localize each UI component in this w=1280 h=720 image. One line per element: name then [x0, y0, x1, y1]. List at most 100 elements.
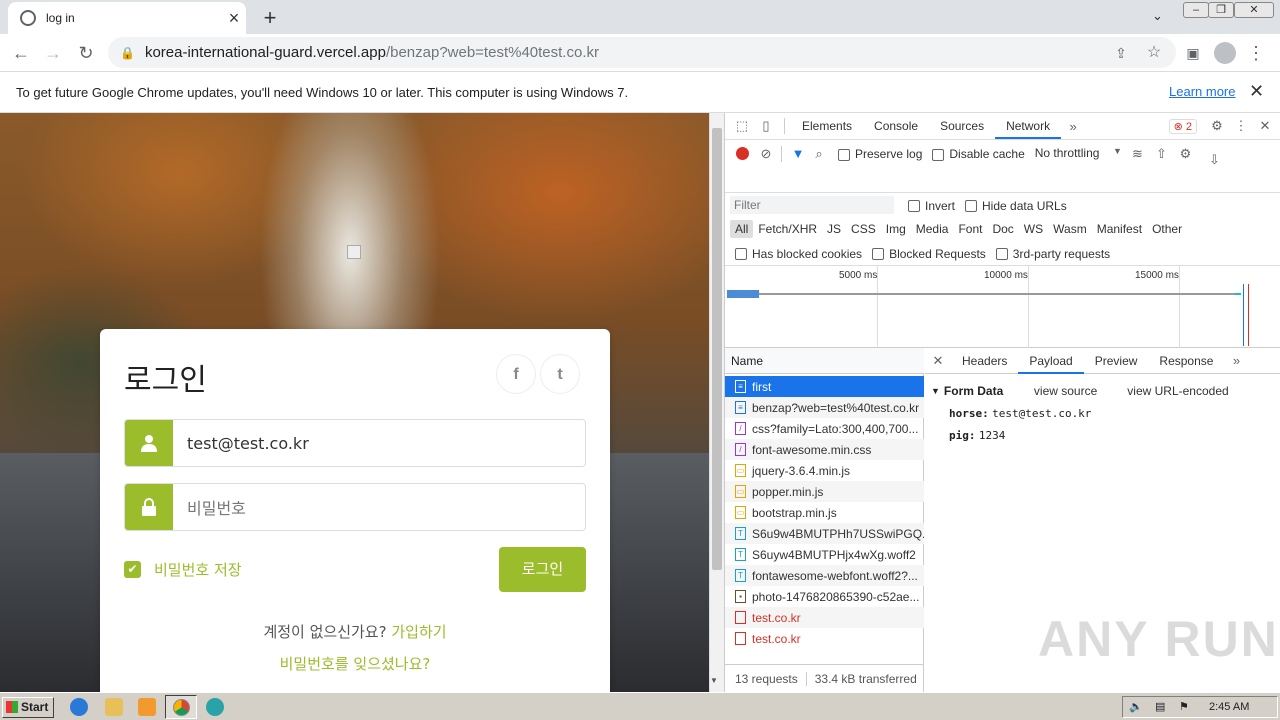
export-har-icon[interactable]: ⇩	[1202, 152, 1226, 168]
reload-icon[interactable]: ↻	[73, 40, 99, 66]
view-url-encoded-link[interactable]: view URL-encoded	[1127, 384, 1228, 398]
filter-fetch-xhr[interactable]: Fetch/XHR	[753, 220, 822, 238]
tab-elements[interactable]: Elements	[791, 113, 863, 139]
preserve-log-checkbox[interactable]	[838, 148, 850, 161]
close-window-button[interactable]: ✕	[1234, 2, 1274, 18]
tab-payload[interactable]: Payload	[1018, 348, 1084, 374]
volume-icon[interactable]: 🔈	[1129, 697, 1143, 717]
view-source-link[interactable]: view source	[1034, 384, 1097, 398]
blocked-requests-checkbox[interactable]	[872, 248, 885, 261]
throttling-select[interactable]: No throttling	[1035, 146, 1100, 160]
minimize-button[interactable]: –	[1183, 2, 1209, 18]
request-row[interactable]: ≡ first	[725, 376, 924, 397]
edge-icon[interactable]	[206, 698, 224, 716]
inspect-icon[interactable]: ⬚	[730, 118, 754, 134]
settings-gear-icon[interactable]: ⚙	[1205, 118, 1229, 134]
request-row[interactable]: test.co.kr	[725, 628, 924, 649]
bookmark-star-icon[interactable]: ☆	[1141, 40, 1167, 66]
filter-ws[interactable]: WS	[1019, 220, 1048, 238]
preserve-log-toggle[interactable]: Preserve log	[838, 146, 932, 161]
request-row[interactable]: test.co.kr	[725, 607, 924, 628]
request-row[interactable]: / font-awesome.min.css	[725, 439, 924, 460]
new-tab-button[interactable]: +	[258, 5, 282, 31]
network-conditions-icon[interactable]: ≋	[1125, 146, 1149, 162]
clear-icon[interactable]: ⊘	[757, 146, 775, 162]
filter-icon[interactable]: ▼	[788, 146, 808, 161]
learn-more-link[interactable]: Learn more	[1169, 84, 1235, 99]
email-field[interactable]: test@test.co.kr	[124, 419, 586, 467]
tab-search-icon[interactable]: ⌄	[1152, 8, 1163, 24]
chrome-taskbar-button[interactable]	[165, 695, 197, 719]
name-column-header[interactable]: Name	[725, 348, 924, 374]
filter-media[interactable]: Media	[911, 220, 954, 238]
tab-network[interactable]: Network	[995, 113, 1062, 139]
request-row[interactable]: ▭ popper.min.js	[725, 481, 924, 502]
password-field[interactable]: 비밀번호	[124, 483, 586, 531]
filter-js[interactable]: JS	[822, 220, 846, 238]
close-infobar-icon[interactable]: ✕	[1249, 81, 1264, 102]
filter-img[interactable]: Img	[881, 220, 911, 238]
third-party-checkbox[interactable]	[995, 248, 1008, 261]
tab-preview[interactable]: Preview	[1084, 348, 1149, 374]
scroll-down-arrow-icon[interactable]: ▼	[710, 676, 718, 685]
login-button[interactable]: 로그인	[499, 547, 586, 592]
request-row[interactable]: T S6uyw4BMUTPHjx4wXg.woff2	[725, 544, 924, 565]
filter-css[interactable]: CSS	[846, 220, 881, 238]
network-timeline-overview[interactable]: 5000 ms 10000 ms 15000 ms	[725, 266, 1280, 348]
scrollbar-thumb[interactable]	[712, 128, 722, 570]
start-button[interactable]: Start	[2, 697, 54, 718]
device-toolbar-icon[interactable]: ▯	[754, 118, 778, 134]
hide-data-urls-checkbox[interactable]	[965, 200, 978, 213]
menu-icon[interactable]: ⋮	[1243, 40, 1269, 66]
email-value[interactable]: test@test.co.kr	[173, 420, 585, 466]
more-tabs-icon[interactable]: »	[1061, 119, 1085, 134]
filter-other[interactable]: Other	[1147, 220, 1187, 238]
request-row[interactable]: ▪ photo-1476820865390-c52ae...	[725, 586, 924, 607]
explorer-folder-icon[interactable]	[105, 698, 123, 716]
request-row[interactable]: / css?family=Lato:300,400,700...	[725, 418, 924, 439]
facebook-icon[interactable]: f	[496, 354, 536, 394]
tab-sources[interactable]: Sources	[929, 113, 995, 139]
has-blocked-cookies-toggle[interactable]: Has blocked cookies	[735, 246, 872, 261]
filter-manifest[interactable]: Manifest	[1092, 220, 1147, 238]
remember-checkbox[interactable]: ✔	[124, 561, 141, 578]
request-row[interactable]: T S6u9w4BMUTPHh7USSwiPGQ...	[725, 523, 924, 544]
browser-tab[interactable]: log in ×	[8, 2, 246, 34]
profile-avatar[interactable]	[1214, 42, 1236, 64]
network-icon[interactable]: ▤	[1155, 697, 1165, 717]
filter-input[interactable]: Filter	[730, 196, 894, 214]
restore-button[interactable]: ❐	[1208, 2, 1234, 18]
disable-cache-toggle[interactable]: Disable cache	[932, 146, 1034, 161]
invert-toggle[interactable]: Invert	[908, 198, 965, 213]
media-player-icon[interactable]	[138, 698, 156, 716]
filter-all[interactable]: All	[730, 220, 754, 238]
network-settings-icon[interactable]: ⚙	[1173, 146, 1197, 162]
blocked-requests-toggle[interactable]: Blocked Requests	[872, 246, 996, 261]
remember-password[interactable]: ✔ 비밀번호 저장	[124, 559, 242, 580]
record-icon[interactable]	[736, 147, 749, 160]
signup-link[interactable]: 가입하기	[391, 623, 446, 641]
action-center-flag-icon[interactable]: ⚑	[1179, 697, 1189, 717]
twitter-icon[interactable]: t	[540, 354, 580, 394]
clock[interactable]: 2:45 AM	[1209, 697, 1249, 717]
invert-checkbox[interactable]	[908, 200, 920, 213]
side-panel-icon[interactable]: ▣	[1180, 40, 1206, 66]
address-bar[interactable]: 🔒 korea-international-guard.vercel.app /…	[108, 37, 1176, 68]
request-row[interactable]: ▭ jquery-3.6.4.min.js	[725, 460, 924, 481]
password-placeholder[interactable]: 비밀번호	[173, 484, 585, 530]
filter-doc[interactable]: Doc	[987, 220, 1018, 238]
devtools-menu-icon[interactable]: ⋮	[1229, 118, 1253, 134]
has-blocked-cookies-checkbox[interactable]	[735, 248, 747, 261]
close-tab-icon[interactable]: ×	[222, 8, 246, 29]
import-har-icon[interactable]: ⇧	[1149, 146, 1173, 162]
share-icon[interactable]: ⇪	[1108, 40, 1134, 66]
error-badge[interactable]: ⊗ 2	[1168, 118, 1197, 134]
back-icon[interactable]: ←	[8, 40, 34, 66]
filter-wasm[interactable]: Wasm	[1048, 220, 1092, 238]
close-detail-icon[interactable]: ✕	[925, 353, 951, 369]
search-icon[interactable]: ⌕	[808, 146, 830, 162]
close-devtools-icon[interactable]: ✕	[1253, 118, 1277, 134]
request-row[interactable]: ≡ benzap?web=test%40test.co.kr	[725, 397, 924, 418]
filter-font[interactable]: Font	[953, 220, 987, 238]
collapse-triangle-icon[interactable]: ▼	[931, 386, 940, 396]
